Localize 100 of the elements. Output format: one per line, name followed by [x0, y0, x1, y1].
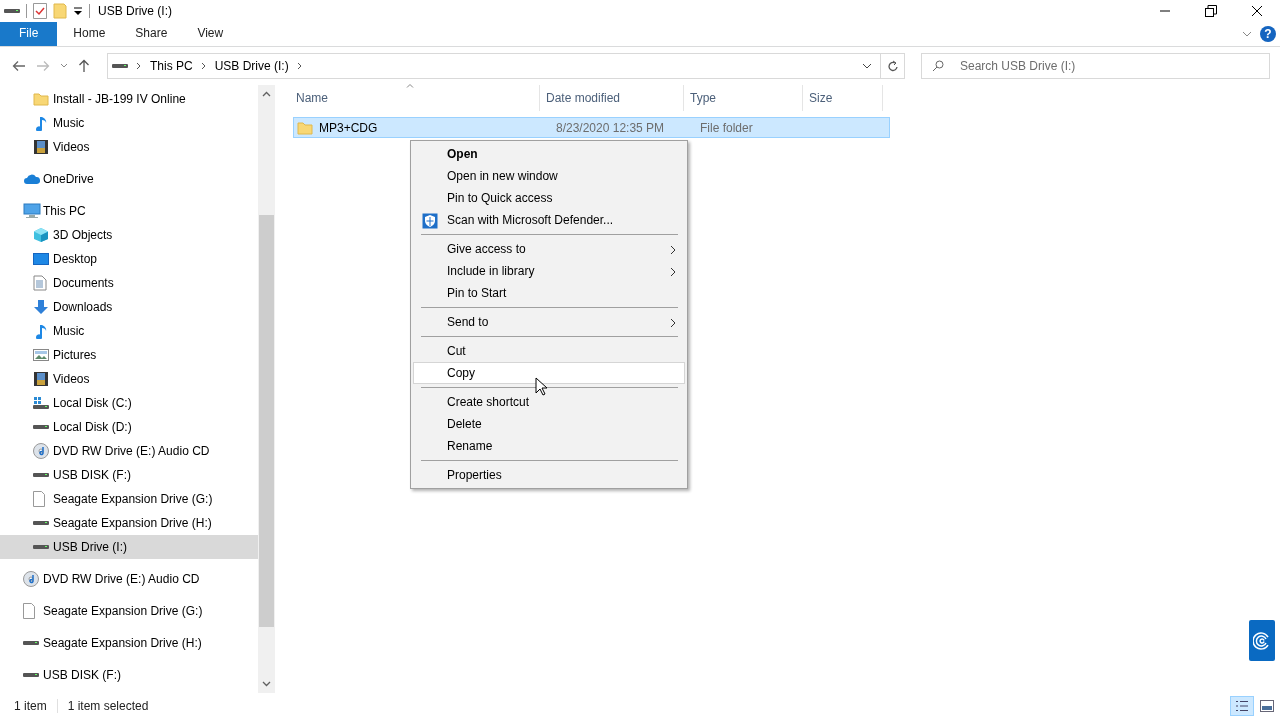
menu-item[interactable]: Open: [413, 143, 685, 165]
ribbon-tab[interactable]: Home: [59, 22, 120, 46]
nav-item[interactable]: Seagate Expansion Drive (H:): [0, 511, 258, 535]
checklist-icon[interactable]: [33, 3, 47, 19]
drive-icon: [33, 544, 49, 550]
nav-item[interactable]: Install - JB-199 IV Online: [0, 87, 258, 111]
nav-item[interactable]: USB Drive (I:): [0, 535, 258, 559]
nav-item[interactable]: Downloads: [0, 295, 258, 319]
film-icon: [33, 371, 49, 387]
search-icon: [932, 60, 944, 72]
search-field[interactable]: Search USB Drive (I:): [921, 53, 1270, 79]
drive-icon: [33, 424, 49, 430]
menu-item[interactable]: Delete: [413, 413, 685, 435]
column-header[interactable]: Date modified: [540, 85, 684, 111]
address-bar[interactable]: This PC USB Drive (I:): [107, 53, 881, 79]
nav-item[interactable]: OneDrive: [0, 167, 258, 191]
column-header[interactable]: Size: [803, 85, 883, 111]
monitor-icon: [23, 203, 41, 219]
music-note-icon: [33, 323, 49, 339]
restore-icon[interactable]: [1205, 5, 1217, 17]
nav-item[interactable]: 3D Objects: [0, 223, 258, 247]
nav-item[interactable]: DVD RW Drive (E:) Audio CD: [0, 567, 258, 591]
scroll-down-icon[interactable]: [262, 681, 271, 687]
picture-icon: [33, 348, 49, 362]
nav-item[interactable]: Seagate Expansion Drive (H:): [0, 631, 258, 655]
drive-icon: [112, 63, 128, 69]
nav-item[interactable]: DVD RW Drive (E:) Audio CD: [0, 439, 258, 463]
column-header[interactable]: Type: [684, 85, 803, 111]
mouse-cursor-icon: [535, 377, 547, 396]
menu-item[interactable]: Scan with Microsoft Defender...: [413, 209, 685, 231]
drive-icon: [33, 396, 49, 410]
nav-item[interactable]: Local Disk (D:): [0, 415, 258, 439]
drive-icon: [23, 640, 39, 646]
menu-item[interactable]: Properties: [413, 464, 685, 486]
nav-item[interactable]: Videos: [0, 135, 258, 159]
desktop-icon: [33, 252, 49, 266]
menu-item[interactable]: Rename: [413, 435, 685, 457]
menu-item[interactable]: Cut: [413, 340, 685, 362]
download-arrow-icon: [33, 299, 49, 315]
type-cell-text: File folder: [699, 120, 754, 135]
dropdown-arrow-icon[interactable]: [73, 6, 83, 16]
menu-item[interactable]: Pin to Quick access: [413, 187, 685, 209]
document-icon: [33, 275, 47, 291]
nav-item[interactable]: Seagate Expansion Drive (G:): [0, 487, 258, 511]
status-text: 1 item selected: [67, 699, 149, 713]
scrollbar-thumb[interactable]: [259, 215, 274, 627]
folder-icon: [297, 120, 313, 135]
close-icon[interactable]: [1251, 5, 1263, 17]
breadcrumb-link[interactable]: USB Drive (I:): [214, 59, 289, 73]
folder-icon: [33, 92, 49, 106]
menu-item[interactable]: Create shortcut: [413, 391, 685, 413]
nav-item[interactable]: Pictures: [0, 343, 258, 367]
disc-icon: [23, 571, 39, 587]
drive-icon: [33, 472, 49, 478]
nav-item[interactable]: USB DISK (F:): [0, 663, 258, 687]
help-button[interactable]: ?: [1260, 26, 1276, 42]
date-cell-text: 8/23/2020 12:35 PM: [555, 120, 666, 135]
ribbon-tab[interactable]: Share: [121, 22, 182, 46]
blank-page-icon: [33, 491, 45, 507]
menu-item[interactable]: Open in new window: [413, 165, 685, 187]
large-icons-view-icon: [1260, 700, 1274, 712]
cloud-icon: [23, 173, 41, 185]
nav-item[interactable]: Documents: [0, 271, 258, 295]
menu-item[interactable]: Send to: [413, 311, 685, 333]
nav-item[interactable]: Videos: [0, 367, 258, 391]
drive-icon: [4, 8, 20, 14]
menu-item[interactable]: Give access to: [413, 238, 685, 260]
drive-icon: [33, 520, 49, 526]
column-header[interactable]: Name: [280, 85, 540, 111]
breadcrumb-link[interactable]: This PC: [150, 59, 193, 73]
details-view-icon: [1235, 700, 1249, 712]
menu-item[interactable]: Include in library: [413, 260, 685, 282]
scroll-up-icon[interactable]: [262, 91, 271, 97]
nav-item[interactable]: USB DISK (F:): [0, 463, 258, 487]
up-arrow-icon[interactable]: [78, 59, 90, 73]
drive-icon: [23, 672, 39, 678]
menu-item[interactable]: Pin to Start: [413, 282, 685, 304]
nav-item[interactable]: Desktop: [0, 247, 258, 271]
file-menu-button[interactable]: File: [0, 22, 58, 46]
nav-item[interactable]: Local Disk (C:): [0, 391, 258, 415]
nav-item[interactable]: Music: [0, 111, 258, 135]
music-note-icon: [33, 115, 49, 131]
nav-item[interactable]: Seagate Expansion Drive (G:): [0, 599, 258, 623]
status-text: 1 item: [14, 699, 47, 713]
shield-window-icon: [422, 213, 438, 229]
cube-icon: [33, 227, 49, 243]
scrollbar[interactable]: [258, 85, 275, 693]
wave-arcs-icon[interactable]: [1253, 631, 1271, 650]
refresh-icon[interactable]: [886, 59, 899, 73]
chevron-down-icon[interactable]: [862, 63, 872, 69]
file-row[interactable]: MP3+CDG 8/23/2020 12:35 PM File folder: [293, 117, 890, 138]
back-arrow-icon[interactable]: [12, 60, 26, 72]
nav-item[interactable]: This PC: [0, 199, 258, 223]
window-title: USB Drive (I:): [98, 4, 172, 18]
view-toggle-button[interactable]: [1230, 696, 1254, 716]
ribbon-tab[interactable]: View: [183, 22, 238, 46]
menu-item[interactable]: Copy: [413, 362, 685, 384]
chevron-right-icon: [136, 62, 142, 70]
file-name: MP3+CDG: [319, 120, 378, 135]
nav-item[interactable]: Music: [0, 319, 258, 343]
